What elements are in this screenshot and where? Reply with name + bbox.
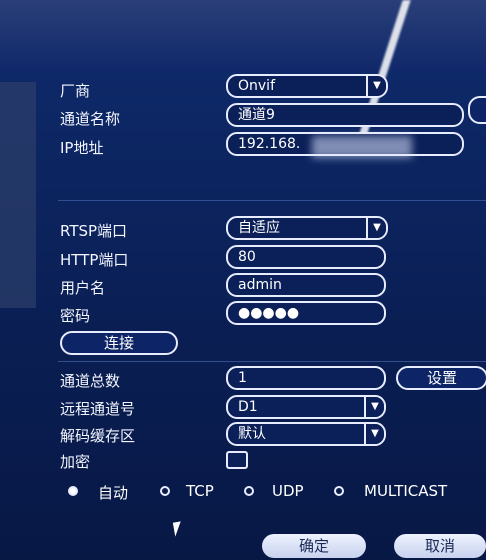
radio-multicast-label: MULTICAST: [364, 482, 448, 500]
channel-name-input[interactable]: 通道9: [226, 103, 464, 127]
radio-tcp-label: TCP: [186, 482, 214, 500]
rtsp-port-select[interactable]: 自适应 ▼: [226, 216, 388, 240]
top-strip: [0, 0, 486, 72]
radio-udp[interactable]: [244, 486, 254, 496]
username-value: admin: [238, 277, 282, 293]
total-channels-label: 通道总数: [60, 372, 121, 390]
password-value: ●●●●●: [238, 305, 300, 321]
redacted-area: [312, 136, 412, 158]
ip-value: 192.168.: [238, 136, 301, 152]
http-port-value: 80: [238, 249, 256, 265]
channel-name-label: 通道名称: [60, 110, 121, 128]
rtsp-port-value: 自适应: [238, 220, 280, 236]
ok-button[interactable]: 确定: [262, 534, 366, 558]
total-channels-input[interactable]: 1: [226, 366, 386, 390]
channel-name-value: 通道9: [238, 107, 275, 123]
manufacturer-value: Onvif: [238, 78, 275, 94]
ip-label: IP地址: [60, 139, 104, 157]
manufacturer-label: 厂商: [60, 82, 91, 100]
left-panel: [0, 82, 36, 308]
settings-button[interactable]: 设置: [396, 366, 486, 390]
rtsp-port-label: RTSP端口: [60, 222, 128, 240]
chevron-down-icon[interactable]: ▼: [366, 76, 386, 96]
password-input[interactable]: ●●●●●: [226, 301, 386, 325]
remote-channel-label: 远程通道号: [60, 400, 136, 418]
total-channels-value: 1: [238, 370, 247, 386]
username-label: 用户名: [60, 279, 106, 297]
decode-buffer-label: 解码缓存区: [60, 427, 136, 445]
side-button[interactable]: [468, 96, 486, 124]
divider: [58, 200, 486, 201]
radio-multicast[interactable]: [334, 486, 344, 496]
radio-auto-label: 自动: [98, 484, 129, 502]
chevron-down-icon[interactable]: ▼: [364, 397, 384, 417]
chevron-down-icon[interactable]: ▼: [364, 424, 384, 444]
encrypt-label: 加密: [60, 453, 91, 471]
cancel-button[interactable]: 取消: [394, 534, 486, 558]
http-port-label: HTTP端口: [60, 251, 129, 269]
decode-buffer-value: 默认: [238, 426, 266, 442]
chevron-down-icon[interactable]: ▼: [366, 218, 386, 238]
divider: [58, 361, 486, 362]
connect-button[interactable]: 连接: [60, 331, 178, 355]
http-port-input[interactable]: 80: [226, 245, 386, 269]
password-label: 密码: [60, 307, 91, 325]
username-input[interactable]: admin: [226, 273, 386, 297]
encrypt-checkbox[interactable]: [226, 451, 248, 469]
radio-auto[interactable]: [68, 486, 78, 496]
mouse-pointer-icon: [172, 521, 184, 537]
radio-udp-label: UDP: [272, 482, 304, 500]
manufacturer-select[interactable]: Onvif ▼: [226, 74, 388, 98]
remote-channel-value: D1: [238, 399, 258, 415]
radio-tcp[interactable]: [160, 486, 170, 496]
decode-buffer-select[interactable]: 默认 ▼: [226, 422, 386, 446]
remote-channel-select[interactable]: D1 ▼: [226, 395, 386, 419]
